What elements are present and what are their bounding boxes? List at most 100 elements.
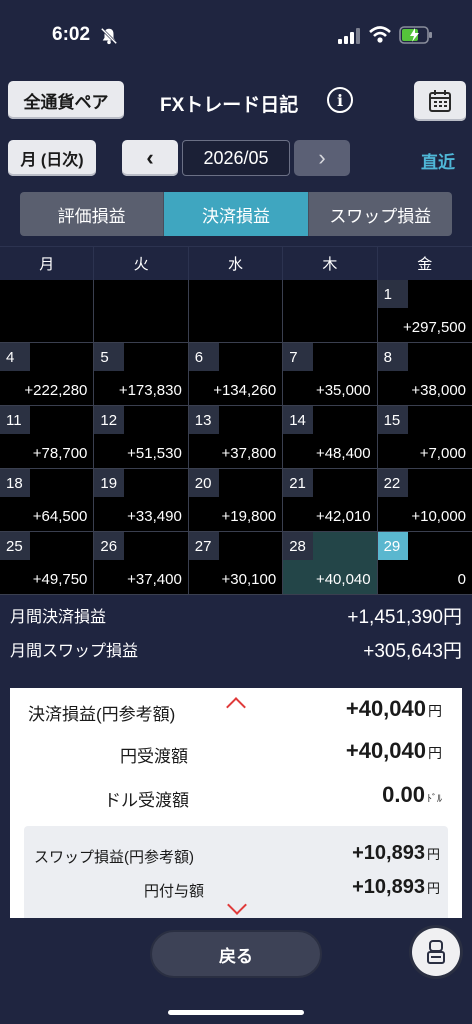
day-number: 22 bbox=[377, 469, 408, 497]
calendar-day-cell[interactable]: 1 +297,500 bbox=[377, 280, 472, 343]
calendar-button[interactable] bbox=[414, 81, 466, 121]
day-number: 7 bbox=[283, 343, 314, 371]
day-pl-value: +51,530 bbox=[127, 445, 182, 462]
bell-muted-icon bbox=[100, 27, 118, 45]
wifi-icon bbox=[369, 26, 391, 43]
pl-type-tabs: 評価損益 決済損益 スワップ損益 bbox=[20, 192, 452, 236]
calendar-grid: 1 +297,500 4 +222,280 5 +173,830 6 +134,260 7 +35… bbox=[0, 280, 472, 595]
calendar-empty-cell bbox=[94, 280, 189, 343]
weekday-label: 月 bbox=[0, 247, 95, 280]
current-month[interactable]: 2026/05 bbox=[182, 140, 290, 176]
calendar-day-cell[interactable]: 7 +35,000 bbox=[283, 343, 378, 406]
day-number: 27 bbox=[188, 532, 219, 560]
day-detail-panel[interactable]: 決済損益(円参考額) +40,040 円 円受渡額 +40,040 円 ドル受渡額 … bbox=[10, 688, 462, 918]
calendar-day-cell[interactable]: 18 +64,500 bbox=[0, 469, 95, 532]
yen-transfer-row: 円受渡額 +40,040 円 bbox=[10, 734, 462, 770]
day-pl-value: +48,400 bbox=[315, 445, 371, 462]
calendar-day-cell[interactable]: 5 +173,830 bbox=[94, 343, 189, 406]
day-number: 28 bbox=[283, 532, 314, 560]
day-number: 14 bbox=[283, 406, 314, 434]
calendar-day-cell[interactable]: 20 +19,800 bbox=[188, 469, 284, 532]
page-title: FXトレード日記 bbox=[160, 95, 299, 116]
day-number: 26 bbox=[94, 532, 125, 560]
day-number: 6 bbox=[188, 343, 219, 371]
calendar-day-cell[interactable]: 11 +78,700 bbox=[0, 406, 95, 469]
day-pl-value: +78,700 bbox=[32, 445, 88, 462]
day-number: 15 bbox=[377, 406, 408, 434]
next-month-button[interactable]: › bbox=[294, 140, 350, 176]
day-number: 13 bbox=[188, 406, 219, 434]
menu-icon bbox=[427, 940, 445, 964]
day-pl-value: +134,260 bbox=[213, 382, 277, 399]
view-mode-button[interactable]: 月 (日次) bbox=[8, 140, 96, 176]
day-pl-value: +35,000 bbox=[315, 382, 371, 399]
recent-link[interactable]: 直近 bbox=[421, 148, 455, 173]
dollar-transfer-value: 0.00 ﾄﾞﾙ bbox=[382, 782, 442, 807]
status-time: 6:02 bbox=[52, 24, 91, 45]
floating-menu-button[interactable] bbox=[412, 928, 460, 976]
yen-transfer-value: +40,040 円 bbox=[345, 738, 442, 763]
yen-transfer-label: 円受渡額 bbox=[120, 747, 188, 766]
swap-pl-label: スワップ損益(円参考額) bbox=[34, 849, 194, 866]
day-pl-value: +38,000 bbox=[411, 382, 466, 399]
swap-pl-value: +10,893 円 bbox=[352, 842, 440, 864]
day-number: 5 bbox=[94, 343, 125, 371]
tab-swap-pl[interactable]: スワップ損益 bbox=[308, 192, 452, 236]
calendar-day-cell[interactable]: 29 0 bbox=[377, 532, 472, 595]
day-number: 12 bbox=[94, 406, 125, 434]
calendar-day-cell[interactable]: 4 +222,280 bbox=[0, 343, 95, 406]
monthly-settle-value: +1,451,390円 bbox=[347, 606, 462, 628]
day-number: 25 bbox=[0, 532, 30, 560]
fx-trade-diary-screen: 6:02 全通貨ペア FXトレード日記 i 月 (日次) ‹ 2026/05 ›… bbox=[0, 0, 472, 1024]
dollar-transfer-row: ドル受渡額 0.00 ﾄﾞﾙ bbox=[10, 778, 462, 814]
calendar-day-cell[interactable]: 25 +49,750 bbox=[0, 532, 95, 595]
day-pl-value: +33,490 bbox=[127, 508, 182, 525]
monthly-summary: 月間決済損益 +1,451,390円 月間スワップ損益 +305,643円 bbox=[0, 598, 472, 666]
day-pl-value: +19,800 bbox=[221, 508, 277, 525]
info-icon[interactable]: i bbox=[327, 87, 353, 113]
day-pl-value: +40,040 bbox=[315, 571, 371, 588]
day-pl-value: +37,400 bbox=[127, 571, 182, 588]
status-bar: 6:02 bbox=[0, 0, 472, 70]
day-number: 20 bbox=[188, 469, 219, 497]
day-pl-value: +297,500 bbox=[403, 319, 466, 336]
day-number: 8 bbox=[377, 343, 408, 371]
calendar-day-cell[interactable]: 6 +134,260 bbox=[188, 343, 284, 406]
calendar-day-cell[interactable]: 14 +48,400 bbox=[283, 406, 378, 469]
prev-month-button[interactable]: ‹ bbox=[122, 140, 178, 176]
calendar-day-cell[interactable]: 12 +51,530 bbox=[94, 406, 189, 469]
monthly-swap-label: 月間スワップ損益 bbox=[10, 643, 139, 660]
calendar-day-cell[interactable]: 28 +40,040 bbox=[283, 532, 378, 595]
day-pl-value: +42,010 bbox=[315, 508, 371, 525]
day-pl-value: +30,100 bbox=[221, 571, 277, 588]
day-pl-value: +10,000 bbox=[411, 508, 466, 525]
back-button[interactable]: 戻る bbox=[150, 930, 322, 978]
day-number: 19 bbox=[94, 469, 125, 497]
calendar-day-cell[interactable]: 27 +30,100 bbox=[188, 532, 284, 595]
month-navigation: 月 (日次) ‹ 2026/05 › 直近 bbox=[0, 140, 472, 178]
tab-unrealized-pl[interactable]: 評価損益 bbox=[20, 192, 165, 236]
day-pl-value: +37,800 bbox=[221, 445, 277, 462]
calendar-day-cell[interactable]: 19 +33,490 bbox=[94, 469, 189, 532]
weekday-label: 水 bbox=[189, 247, 284, 280]
day-pl-value: 0 bbox=[457, 571, 466, 588]
monthly-settle-row: 月間決済損益 +1,451,390円 bbox=[0, 598, 472, 632]
monthly-settle-label: 月間決済損益 bbox=[10, 609, 107, 626]
tab-realized-pl[interactable]: 決済損益 bbox=[164, 192, 309, 236]
currency-pair-button[interactable]: 全通貨ペア bbox=[8, 81, 124, 119]
calendar-day-cell[interactable]: 8 +38,000 bbox=[377, 343, 472, 406]
monthly-swap-row: 月間スワップ損益 +305,643円 bbox=[0, 632, 472, 666]
swap-pl-row: スワップ損益(円参考額) +10,893 円 bbox=[24, 840, 448, 870]
calendar-day-cell[interactable]: 22 +10,000 bbox=[377, 469, 472, 532]
calendar-day-cell[interactable]: 13 +37,800 bbox=[188, 406, 284, 469]
day-number: 11 bbox=[0, 406, 30, 434]
calendar-day-cell[interactable]: 26 +37,400 bbox=[94, 532, 189, 595]
calendar: 月 火 水 木 金 1 +297,500 4 +222,280 5 +173,830 6 +1… bbox=[0, 246, 472, 595]
calendar-day-cell[interactable]: 15 +7,000 bbox=[377, 406, 472, 469]
dollar-transfer-label: ドル受渡額 bbox=[104, 791, 189, 810]
settle-pl-label: 決済損益(円参考額) bbox=[28, 705, 176, 724]
calendar-icon bbox=[429, 90, 451, 112]
settle-pl-value: +40,040 円 bbox=[345, 696, 442, 721]
calendar-day-cell[interactable]: 21 +42,010 bbox=[283, 469, 378, 532]
calendar-empty-cell bbox=[188, 280, 284, 343]
